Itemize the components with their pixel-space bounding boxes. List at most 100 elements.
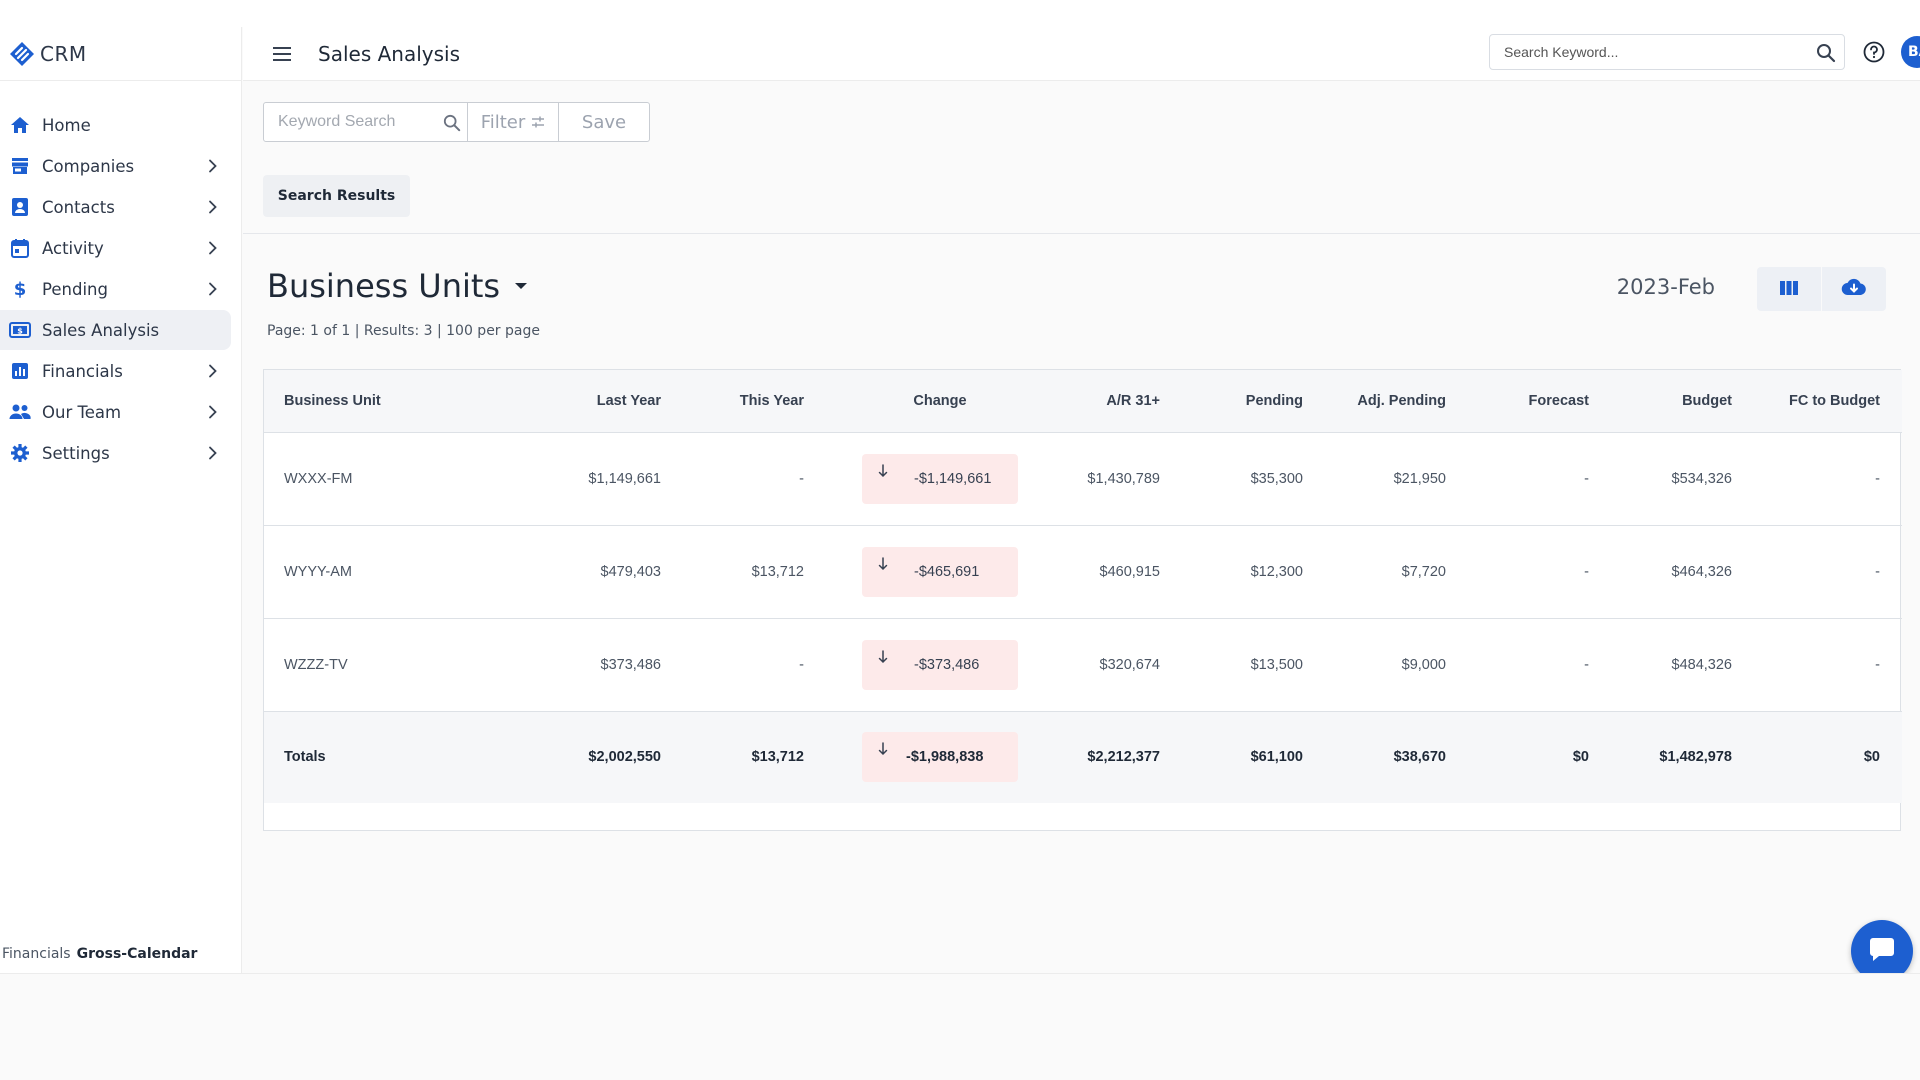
sidebar-item-our-team[interactable]: Our Team — [0, 392, 231, 432]
change-value: -$465,691 — [914, 563, 980, 580]
cell-fc-to-budget: - — [1875, 656, 1880, 673]
save-button[interactable]: Save — [559, 103, 649, 141]
cell-last-year: $479,403 — [600, 563, 661, 580]
cell-pending: $13,500 — [1250, 656, 1303, 673]
column-header-forecast[interactable]: Forecast — [1468, 370, 1611, 433]
column-header-this-year[interactable]: This Year — [683, 370, 826, 433]
column-header-fc-to-budget[interactable]: FC to Budget — [1754, 370, 1902, 433]
sidebar-item-settings[interactable]: Settings — [0, 433, 231, 473]
chevron-right-icon[interactable] — [201, 154, 225, 178]
columns-button[interactable] — [1757, 267, 1821, 311]
hamburger-menu-icon[interactable] — [268, 40, 296, 68]
table-row[interactable]: WZZZ-TV $373,486 - -$373,486 $320,674 $13,500… — [264, 618, 1902, 711]
home-icon — [8, 113, 32, 137]
store-icon — [8, 154, 32, 178]
filter-button[interactable]: Filter — [468, 103, 559, 141]
sidebar-item-activity[interactable]: Activity — [0, 228, 231, 268]
search-icon[interactable] — [1816, 43, 1836, 67]
column-header-last-year[interactable]: Last Year — [470, 370, 683, 433]
cell-pending: $61,100 — [1250, 749, 1303, 766]
sidebar-item-label: Activity — [42, 238, 104, 258]
cell-unit: WXXX-FM — [284, 470, 353, 487]
column-header-budget[interactable]: Budget — [1611, 370, 1754, 433]
sidebar-item-financials[interactable]: Financials — [0, 351, 231, 391]
chevron-right-icon[interactable] — [201, 400, 225, 424]
chevron-right-icon[interactable] — [201, 236, 225, 260]
chevron-right-icon[interactable] — [201, 359, 225, 383]
change-badge: -$1,149,661 — [862, 453, 1018, 504]
cell-fc-to-budget: - — [1875, 470, 1880, 487]
chevron-right-icon[interactable] — [201, 441, 225, 465]
brand[interactable]: CRM — [0, 27, 241, 81]
cell-forecast: - — [1584, 470, 1589, 487]
dollar-icon: $ — [8, 277, 32, 301]
sidebar-item-sales-analysis[interactable]: $ Sales Analysis — [0, 310, 231, 350]
cell-last-year: $1,149,661 — [588, 470, 661, 487]
cell-adj-pending: $7,720 — [1401, 563, 1446, 580]
divider — [243, 233, 1920, 234]
sidebar-item-label: Our Team — [42, 402, 122, 422]
sidebar-item-label: Companies — [42, 156, 135, 176]
sidebar-item-label: Contacts — [42, 197, 115, 217]
change-cell: -$465,691 — [826, 525, 1054, 618]
help-icon[interactable] — [1863, 41, 1885, 67]
keyword-search-input[interactable] — [264, 113, 434, 131]
cell-adj-pending: $21,950 — [1393, 470, 1446, 487]
sidebar-item-label: Sales Analysis — [42, 320, 160, 340]
column-header-pending[interactable]: Pending — [1182, 370, 1325, 433]
money-icon: $ — [8, 318, 32, 342]
people-icon — [8, 400, 32, 424]
app-window: CRM Home Companies Contacts Activity $ Pendin… — [0, 27, 1920, 982]
cell-ar31: $320,674 — [1099, 656, 1160, 673]
sidebar-item-label: Home — [42, 115, 91, 135]
cell-forecast: $0 — [1572, 749, 1589, 766]
arrow-down-icon — [878, 742, 888, 756]
business-units-dropdown[interactable]: Business Units — [267, 267, 528, 305]
period-label: 2023-Feb — [1616, 275, 1715, 299]
arrow-down-icon — [878, 649, 888, 664]
change-badge: -$1,988,838 — [862, 732, 1018, 783]
change-cell: -$373,486 — [826, 618, 1054, 711]
table-header-row: Business Unit Last Year This Year Change A/R… — [264, 370, 1902, 433]
sidebar-item-companies[interactable]: Companies — [0, 146, 231, 186]
sidebar: CRM Home Companies Contacts Activity $ Pendin… — [0, 27, 242, 973]
chat-icon — [1867, 935, 1897, 967]
change-value: -$1,149,661 — [914, 470, 992, 487]
column-header-unit[interactable]: Business Unit — [264, 370, 470, 433]
download-button[interactable] — [1822, 267, 1886, 311]
user-avatar[interactable]: BA — [1901, 36, 1920, 68]
sidebar-item-label: Settings — [42, 443, 110, 463]
cell-last-year: $2,002,550 — [588, 749, 661, 766]
cell-unit: WZZZ-TV — [284, 656, 348, 673]
column-header-adj-pending[interactable]: Adj. Pending — [1325, 370, 1468, 433]
arrow-down-icon — [878, 463, 888, 478]
cell-forecast: - — [1584, 563, 1589, 580]
section-title: Business Units — [267, 267, 501, 305]
tab-search-results[interactable]: Search Results — [263, 175, 410, 217]
column-header-change[interactable]: Change — [826, 370, 1054, 433]
chevron-right-icon[interactable] — [201, 277, 225, 301]
cell-forecast: - — [1584, 656, 1589, 673]
table-row[interactable]: WXXX-FM $1,149,661 - -$1,149,661 $1,430,789 $… — [264, 432, 1902, 525]
calendar-icon — [8, 236, 32, 260]
chevron-right-icon[interactable] — [201, 195, 225, 219]
sidebar-item-contacts[interactable]: Contacts — [0, 187, 231, 227]
search-icon[interactable] — [443, 114, 461, 136]
cloud-download-icon — [1841, 278, 1867, 300]
cell-budget: $1,482,978 — [1659, 749, 1732, 766]
change-cell: -$1,988,838 — [826, 711, 1054, 803]
global-search-input[interactable] — [1490, 44, 1790, 60]
cell-adj-pending: $9,000 — [1401, 656, 1446, 673]
sidebar-item-home[interactable]: Home — [0, 105, 231, 145]
bar-chart-icon — [8, 359, 32, 383]
footer-mode-label: Gross-Calendar — [76, 946, 198, 962]
cell-ar31: $2,212,377 — [1087, 749, 1160, 766]
sidebar-item-pending[interactable]: $ Pending — [0, 269, 231, 309]
column-header-ar31[interactable]: A/R 31+ — [1054, 370, 1182, 433]
cell-this-year: $13,712 — [751, 749, 804, 766]
cell-budget: $464,326 — [1671, 563, 1732, 580]
cell-budget: $484,326 — [1671, 656, 1732, 673]
page-bottom-area — [0, 973, 1920, 1080]
cell-pending: $35,300 — [1250, 470, 1303, 487]
table-row[interactable]: WYYY-AM $479,403 $13,712 -$465,691 $460,915 $… — [264, 525, 1902, 618]
